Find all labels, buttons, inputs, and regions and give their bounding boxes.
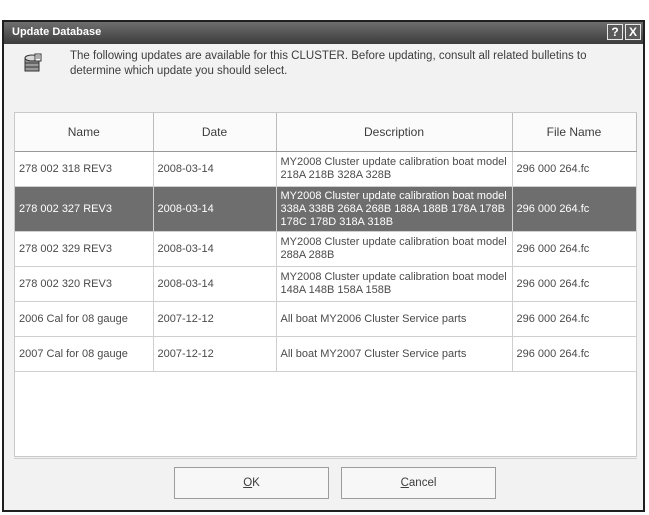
cell-description: MY2008 Cluster update calibration boat m… [276, 151, 513, 187]
cell-name: 278 002 329 REV3 [15, 231, 154, 267]
table-row[interactable]: 278 002 318 REV3 2008-03-14 MY2008 Clust… [15, 151, 637, 187]
title-bar[interactable]: Update Database ? X [4, 22, 643, 44]
cell-file-name: 296 000 264.fc [512, 231, 637, 267]
cell-date: 2007-12-12 [153, 301, 277, 337]
column-header-date[interactable]: Date [153, 113, 277, 152]
close-button[interactable]: X [625, 24, 641, 40]
button-bar: OK Cancel [14, 458, 637, 509]
table-row[interactable]: 278 002 320 REV3 2008-03-14 MY2008 Clust… [15, 266, 637, 302]
cancel-button[interactable]: Cancel [341, 467, 496, 499]
cell-description: All boat MY2007 Cluster Service parts [276, 336, 513, 372]
cell-name: 278 002 318 REV3 [15, 151, 154, 187]
cell-description: MY2008 Cluster update calibration boat m… [276, 186, 513, 232]
database-update-icon [24, 53, 42, 72]
cell-date: 2008-03-14 [153, 231, 277, 267]
column-header-name[interactable]: Name [15, 113, 154, 152]
cell-date: 2008-03-14 [153, 186, 277, 232]
cancel-label: ancel [408, 477, 437, 489]
table-row-selected[interactable]: 278 002 327 REV3 2008-03-14 MY2008 Clust… [15, 186, 637, 232]
cell-file-name: 296 000 264.fc [512, 336, 637, 372]
cell-description: MY2008 Cluster update calibration boat m… [276, 266, 513, 302]
table-row[interactable]: 2006 Cal for 08 gauge 2007-12-12 All boa… [15, 301, 637, 337]
message-text: The following updates are available for … [70, 50, 587, 77]
cell-name: 278 002 320 REV3 [15, 266, 154, 302]
cell-name: 278 002 327 REV3 [15, 186, 154, 232]
cell-date: 2008-03-14 [153, 266, 277, 302]
cell-date: 2008-03-14 [153, 151, 277, 187]
cell-file-name: 296 000 264.fc [512, 151, 637, 187]
cell-name: 2007 Cal for 08 gauge [15, 336, 154, 372]
ok-button[interactable]: OK [174, 467, 329, 499]
ok-mnemonic: O [243, 477, 253, 489]
table-header-row: Name Date Description File Name [15, 113, 637, 152]
message-area: The following updates are available for … [14, 49, 634, 109]
cell-name: 2006 Cal for 08 gauge [15, 301, 154, 337]
cell-file-name: 296 000 264.fc [512, 186, 637, 232]
cell-file-name: 296 000 264.fc [512, 301, 637, 337]
cell-description: MY2008 Cluster update calibration boat m… [276, 231, 513, 267]
table-row[interactable]: 2007 Cal for 08 gauge 2007-12-12 All boa… [15, 336, 637, 372]
dialog-title: Update Database [12, 26, 102, 38]
cancel-mnemonic: C [400, 477, 409, 489]
column-header-file-name[interactable]: File Name [512, 113, 637, 152]
cell-date: 2007-12-12 [153, 336, 277, 372]
column-header-description[interactable]: Description [276, 113, 513, 152]
ok-label: K [252, 477, 260, 489]
update-database-dialog: Update Database ? X The following update… [2, 20, 645, 512]
help-button[interactable]: ? [607, 24, 623, 40]
updates-table[interactable]: Name Date Description File Name 278 002 … [14, 112, 637, 457]
cell-file-name: 296 000 264.fc [512, 266, 637, 302]
cell-description: All boat MY2006 Cluster Service parts [276, 301, 513, 337]
table-row[interactable]: 278 002 329 REV3 2008-03-14 MY2008 Clust… [15, 231, 637, 267]
